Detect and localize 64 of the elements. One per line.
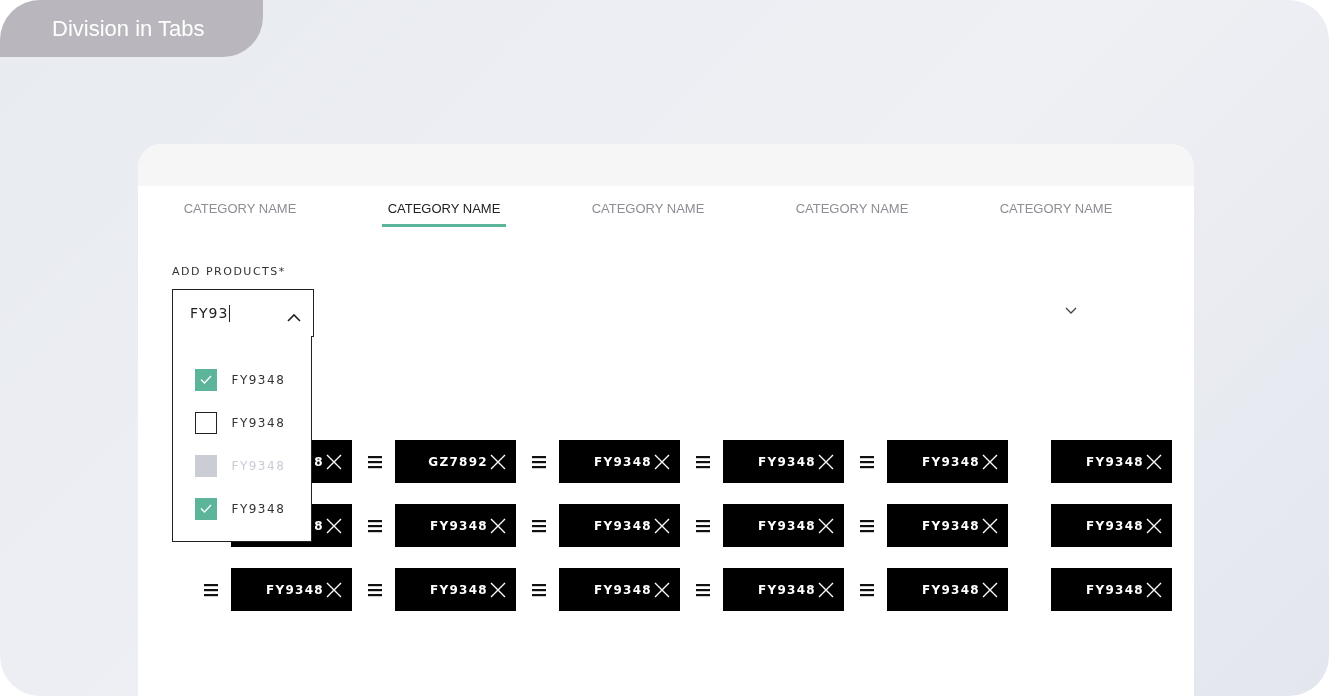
product-chip: FY9348 [887,568,1008,611]
product-chip: FY9348 [231,568,352,611]
option-label: FY9348 [231,372,286,387]
close-icon[interactable] [326,581,342,598]
product-chip: FY9348 [887,504,1008,547]
close-icon[interactable] [982,453,998,470]
product-chip: FY9348 [723,440,844,483]
drag-handle-icon[interactable] [696,454,710,469]
close-icon[interactable] [982,581,998,598]
tab[interactable]: CATEGORY NAME [381,201,507,227]
badge-title: Division in Tabs [0,0,263,57]
product-chip: GZ7892 [395,440,516,483]
close-icon[interactable] [1146,453,1162,470]
close-icon[interactable] [654,453,670,470]
option-label: FY9348 [231,501,286,516]
option-label: FY9348 [231,415,286,430]
drag-handle-icon[interactable] [368,454,382,469]
check-icon [199,504,212,513]
tab[interactable]: CATEGORY NAME [993,201,1119,227]
product-chip: FY9348 [395,568,516,611]
checkbox[interactable] [194,497,217,520]
drag-handle-icon[interactable] [532,454,546,469]
close-icon[interactable] [654,517,670,534]
product-chip: FY9348 [723,504,844,547]
checkbox[interactable] [194,368,217,391]
chevron-up-icon [287,312,301,322]
tab[interactable]: CATEGORY NAME [789,201,915,227]
tab[interactable]: CATEGORY NAME [177,201,303,227]
close-icon[interactable] [1146,581,1162,598]
drag-handle-icon[interactable] [696,518,710,533]
product-chip: FY9348 [1051,504,1172,547]
product-chip: FY9348 [1051,440,1172,483]
drag-handle-icon[interactable] [532,582,546,597]
drag-handle-icon[interactable] [368,518,382,533]
close-icon[interactable] [982,517,998,534]
close-icon[interactable] [654,581,670,598]
product-chip: FY9348 [559,568,680,611]
close-icon[interactable] [818,453,834,470]
tab[interactable]: CATEGORY NAME [585,201,711,227]
close-icon[interactable] [490,581,506,598]
drag-handle-icon[interactable] [860,582,874,597]
close-icon[interactable] [326,517,342,534]
chevron-down-icon [1065,306,1077,314]
drag-handle-icon[interactable] [204,582,218,597]
close-icon[interactable] [326,453,342,470]
product-chip: FY9348 [559,440,680,483]
drag-handle-icon[interactable] [860,518,874,533]
product-chip: FY9348 [395,504,516,547]
checkbox[interactable] [194,411,217,434]
product-chip: FY9348 [723,568,844,611]
close-icon[interactable] [490,517,506,534]
product-chip: FY9348 [1051,568,1172,611]
close-icon[interactable] [490,453,506,470]
product-chip: FY9348 [559,504,680,547]
close-icon[interactable] [818,517,834,534]
close-icon[interactable] [818,581,834,598]
close-icon[interactable] [1146,517,1162,534]
product-chip: FY9348 [887,440,1008,483]
drag-handle-icon[interactable] [532,518,546,533]
field-label: ADD PRODUCTS* [172,265,287,278]
drag-handle-icon[interactable] [696,582,710,597]
drag-handle-icon[interactable] [860,454,874,469]
check-icon [199,375,212,384]
drag-handle-icon[interactable] [368,582,382,597]
